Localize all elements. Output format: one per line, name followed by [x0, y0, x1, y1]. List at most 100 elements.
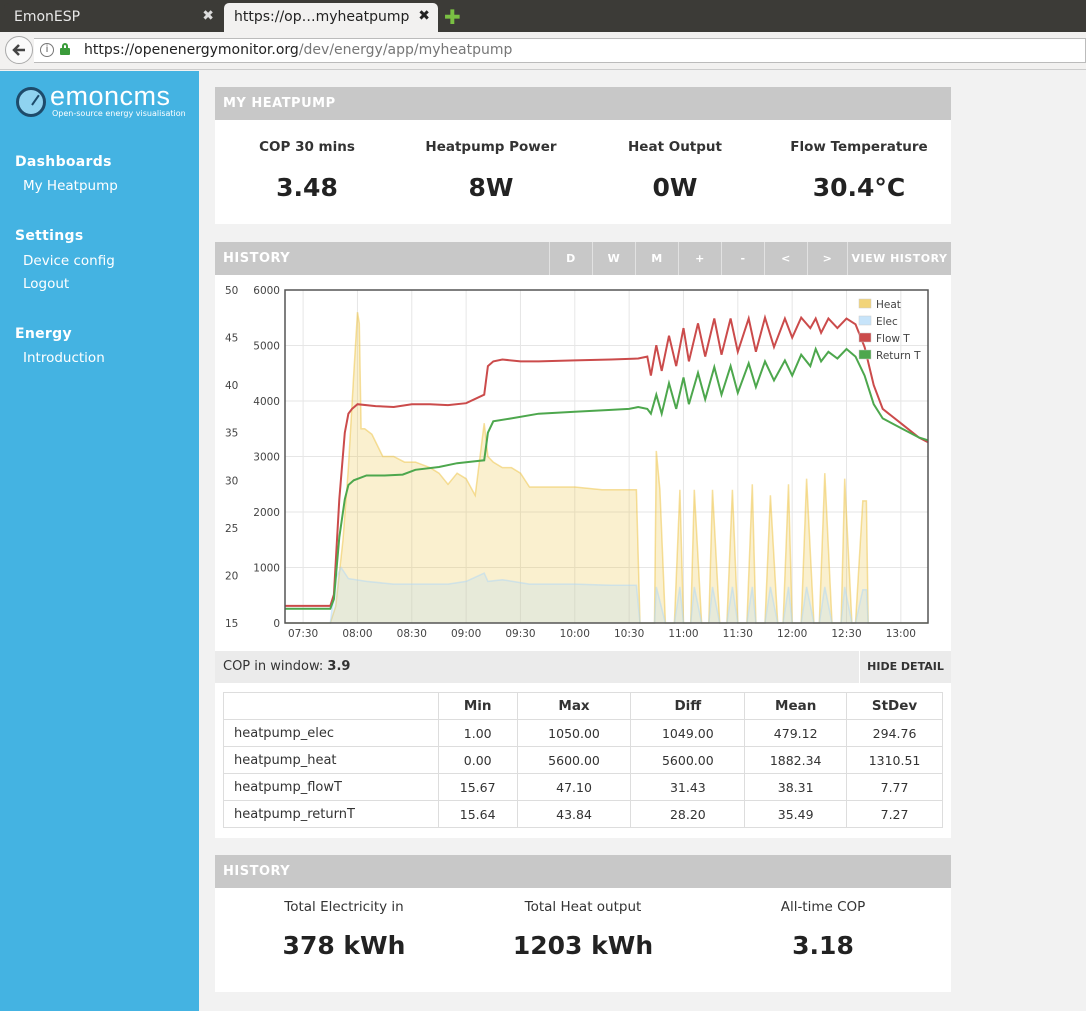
cop-window-text: COP in window: 3.9: [223, 659, 350, 674]
cell-max: 5600.00: [516, 746, 632, 774]
legend-swatch: [858, 315, 872, 326]
x-tick-label: 10:30: [614, 628, 644, 640]
x-tick-label: 08:30: [397, 628, 427, 640]
cell-mean: 38.31: [744, 773, 848, 801]
tab-label: EmonESP: [14, 9, 81, 25]
stats-table: Min Max Diff Mean StDev heatpump_elec 1.…: [223, 692, 943, 828]
y-left-tick-label: 45: [225, 333, 238, 345]
zoom-in-button[interactable]: +: [678, 242, 721, 275]
cell-max: 1050.00: [516, 719, 632, 747]
stat-label: Total Electricity in: [284, 899, 404, 915]
x-tick-label: 10:00: [560, 628, 590, 640]
x-tick-label: 09:00: [451, 628, 481, 640]
y-left-tick-label: 25: [225, 523, 238, 535]
nav-item-my-heatpump[interactable]: My Heatpump: [23, 178, 118, 194]
x-tick-label: 12:30: [831, 628, 861, 640]
cell-feed: heatpump_heat: [223, 746, 439, 774]
info-icon[interactable]: i: [40, 43, 54, 57]
stat-alltime-cop: All-time COP 3.18: [713, 899, 933, 960]
sidebar: emoncms Open-source energy visualisation…: [0, 71, 199, 1011]
stat-label: Total Heat output: [524, 899, 642, 915]
stat-value: 3.18: [792, 931, 854, 960]
cell-mean: 35.49: [744, 800, 848, 828]
nav-item-device-config[interactable]: Device config: [23, 253, 115, 269]
legend-label: Return T: [876, 350, 921, 362]
view-history-button[interactable]: VIEW HISTORY: [847, 242, 951, 275]
stat-value: 1203 kWh: [512, 931, 654, 960]
x-tick-label: 11:30: [723, 628, 753, 640]
lock-icon: [60, 43, 70, 55]
table-row: heatpump_returnT 15.64 43.84 28.20 35.49…: [223, 800, 943, 828]
back-arrow-icon[interactable]: [5, 36, 33, 64]
y-left-tick-label: 35: [225, 428, 238, 440]
cell-feed: heatpump_elec: [223, 719, 439, 747]
address-bar: i https://openenergymonitor.org/dev/ener…: [0, 32, 1086, 70]
y-left-tick-label: 15: [225, 618, 238, 630]
browser-tab-bar: EmonESP ✖ https://op…myheatpump ✖ ✚: [0, 0, 1086, 32]
cell-stdev: 7.77: [846, 773, 943, 801]
y-left-tick-label: 20: [225, 570, 238, 582]
url-field[interactable]: i https://openenergymonitor.org/dev/ener…: [34, 38, 1086, 63]
cell-stdev: 1310.51: [846, 746, 943, 774]
x-tick-label: 12:00: [777, 628, 807, 640]
stat-value: 0W: [652, 173, 698, 202]
pan-left-button[interactable]: <: [764, 242, 807, 275]
legend-swatch: [858, 332, 872, 343]
table-header-row: Min Max Diff Mean StDev: [223, 692, 943, 720]
y-right-tick-label: 5000: [253, 341, 280, 353]
stat-flow-temperature: Flow Temperature 30.4°C: [767, 139, 951, 202]
y-right-tick-label: 4000: [253, 396, 280, 408]
hide-detail-button[interactable]: HIDE DETAIL: [859, 651, 951, 683]
nav-item-introduction[interactable]: Introduction: [23, 350, 105, 366]
tab-emonesp[interactable]: EmonESP ✖: [4, 3, 222, 32]
cell-min: 0.00: [437, 746, 518, 774]
cop-window-value: 3.9: [327, 659, 351, 674]
history-totals: Total Electricity in 378 kWh Total Heat …: [215, 888, 951, 992]
nav-heading-energy[interactable]: Energy: [15, 326, 72, 342]
legend-swatch: [858, 298, 872, 309]
my-heatpump-stats: COP 30 mins 3.48 Heatpump Power 8W Heat …: [215, 120, 951, 224]
history-chart[interactable]: 15 20 25 30 35 40 45 50 0 1000 2000 3000 4000 5000 600…: [215, 275, 951, 651]
zoom-out-button[interactable]: -: [721, 242, 764, 275]
legend-swatch: [858, 349, 872, 360]
range-month-button[interactable]: M: [635, 242, 678, 275]
logo-tagline: Open-source energy visualisation: [52, 109, 186, 118]
stat-total-heat: Total Heat output 1203 kWh: [473, 899, 693, 960]
stat-total-electricity: Total Electricity in 378 kWh: [215, 899, 473, 960]
pan-right-button[interactable]: >: [807, 242, 847, 275]
stat-cop-30mins: COP 30 mins 3.48: [215, 139, 399, 202]
col-header-diff: Diff: [630, 692, 746, 720]
new-tab-icon[interactable]: ✚: [444, 5, 461, 29]
y-right-tick-label: 1000: [253, 563, 280, 575]
cell-mean: 1882.34: [744, 746, 848, 774]
nav-heading-settings[interactable]: Settings: [15, 228, 83, 244]
tab-close-icon[interactable]: ✖: [202, 8, 214, 24]
cell-mean: 479.12: [744, 719, 848, 747]
cell-min: 15.67: [437, 773, 518, 801]
cell-max: 43.84: [516, 800, 632, 828]
range-day-button[interactable]: D: [549, 242, 592, 275]
stat-label: Heat Output: [628, 139, 722, 155]
stat-value: 8W: [468, 173, 514, 202]
stat-label: COP 30 mins: [259, 139, 355, 155]
y-right-tick-label: 6000: [253, 285, 280, 297]
history-header: HISTORY D W M + - < > VIEW HISTORY: [215, 242, 951, 275]
range-week-button[interactable]: W: [592, 242, 635, 275]
url-path: /dev/energy/app/myheatpump: [298, 42, 513, 58]
tab-close-icon[interactable]: ✖: [418, 8, 430, 24]
cell-stdev: 294.76: [846, 719, 943, 747]
legend-label: Elec: [876, 316, 898, 328]
tab-myheatpump[interactable]: https://op…myheatpump ✖: [224, 3, 438, 32]
table-row: heatpump_flowT 15.67 47.10 31.43 38.31 7…: [223, 773, 943, 801]
stat-label: Flow Temperature: [790, 139, 928, 155]
stat-heatpump-power: Heatpump Power 8W: [399, 139, 583, 202]
legend-label: Flow T: [876, 333, 910, 345]
nav-heading-dashboards[interactable]: Dashboards: [15, 154, 112, 170]
cop-window-label: COP in window:: [223, 659, 324, 674]
stat-label: Heatpump Power: [425, 139, 557, 155]
nav-item-logout[interactable]: Logout: [23, 276, 69, 292]
legend-label: Heat: [876, 299, 901, 311]
x-tick-label: 13:00: [886, 628, 916, 640]
cell-min: 1.00: [437, 719, 518, 747]
emoncms-logo[interactable]: emoncms Open-source energy visualisation: [16, 81, 186, 121]
